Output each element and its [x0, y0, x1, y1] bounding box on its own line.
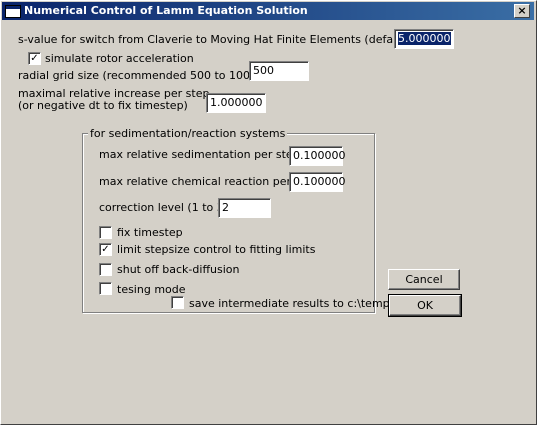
correction-level-input[interactable]: 2: [218, 198, 271, 218]
testing-mode-label: tesing mode: [117, 283, 186, 296]
simulate-rotor-checkbox[interactable]: ✓: [28, 52, 41, 65]
simulate-rotor-label: simulate rotor acceleration: [45, 52, 194, 65]
max-sed-label: max relative sedimentation per step: [99, 148, 300, 161]
max-increase-label-line2: (or negative dt to fix timestep): [18, 99, 188, 112]
sedimentation-group-label: for sedimentation/reaction systems: [88, 127, 288, 140]
cancel-button[interactable]: Cancel: [388, 269, 460, 290]
title-bar[interactable]: Numerical Control of Lamm Equation Solut…: [2, 2, 534, 20]
limit-stepsize-checkbox[interactable]: ✓: [99, 243, 112, 256]
max-chem-label: max relative chemical reaction per step: [99, 175, 319, 188]
save-intermediate-label: save intermediate results to c:\temp: [189, 297, 390, 310]
window-title: Numerical Control of Lamm Equation Solut…: [24, 4, 308, 17]
max-chem-input[interactable]: 0.100000: [289, 172, 346, 192]
max-increase-input[interactable]: 1.000000: [206, 93, 266, 113]
window-icon: [5, 5, 21, 18]
correction-level-label: correction level (1 to 3): [99, 201, 229, 214]
fix-timestep-checkbox[interactable]: [99, 226, 112, 239]
limit-stepsize-label: limit stepsize control to fitting limits: [117, 243, 316, 256]
save-intermediate-checkbox[interactable]: [171, 296, 184, 309]
max-sed-input[interactable]: 0.100000: [289, 146, 346, 166]
fix-timestep-label: fix timestep: [117, 226, 183, 239]
shut-off-back-diffusion-label: shut off back-diffusion: [117, 263, 240, 276]
radial-grid-label: radial grid size (recommended 500 to 100…: [18, 69, 262, 82]
radial-grid-input[interactable]: 500: [249, 61, 309, 81]
shut-off-back-diffusion-checkbox[interactable]: [99, 263, 112, 276]
s-value-input[interactable]: 5.000000: [394, 29, 454, 49]
testing-mode-checkbox[interactable]: [99, 282, 112, 295]
s-value-text: 5.000000: [398, 32, 451, 45]
close-button[interactable]: ×: [514, 4, 530, 18]
s-value-label: s-value for switch from Claverie to Movi…: [18, 33, 448, 46]
ok-button[interactable]: OK: [388, 294, 462, 317]
